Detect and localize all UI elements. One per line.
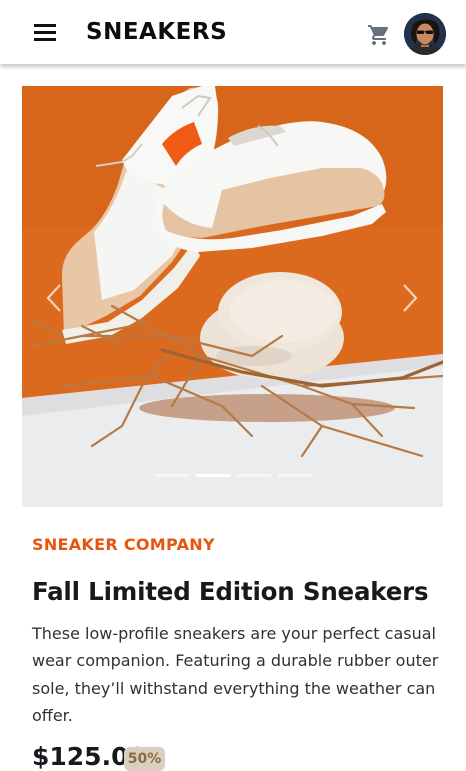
product-image	[22, 86, 443, 507]
discount-badge: 50%	[124, 747, 165, 771]
chevron-right-icon[interactable]	[400, 283, 420, 313]
carousel-dot-active[interactable]	[196, 474, 230, 477]
menu-icon[interactable]	[34, 24, 56, 42]
cart-icon[interactable]	[367, 23, 391, 47]
product-description: These low-profile sneakers are your perf…	[32, 624, 439, 725]
chevron-left-icon[interactable]	[44, 283, 64, 313]
carousel-indicators	[155, 474, 315, 480]
carousel-dot[interactable]	[278, 474, 312, 477]
company-name: SNEAKER COMPANY	[32, 535, 215, 554]
carousel-dot[interactable]	[237, 474, 271, 477]
sneakers-photo	[22, 86, 443, 507]
user-avatar[interactable]	[404, 13, 446, 55]
app-header: SNEAKERS	[0, 0, 466, 64]
product-title: Fall Limited Edition Sneakers	[32, 577, 429, 606]
brand-logo[interactable]: SNEAKERS	[86, 19, 227, 45]
carousel-dot[interactable]	[155, 474, 189, 477]
